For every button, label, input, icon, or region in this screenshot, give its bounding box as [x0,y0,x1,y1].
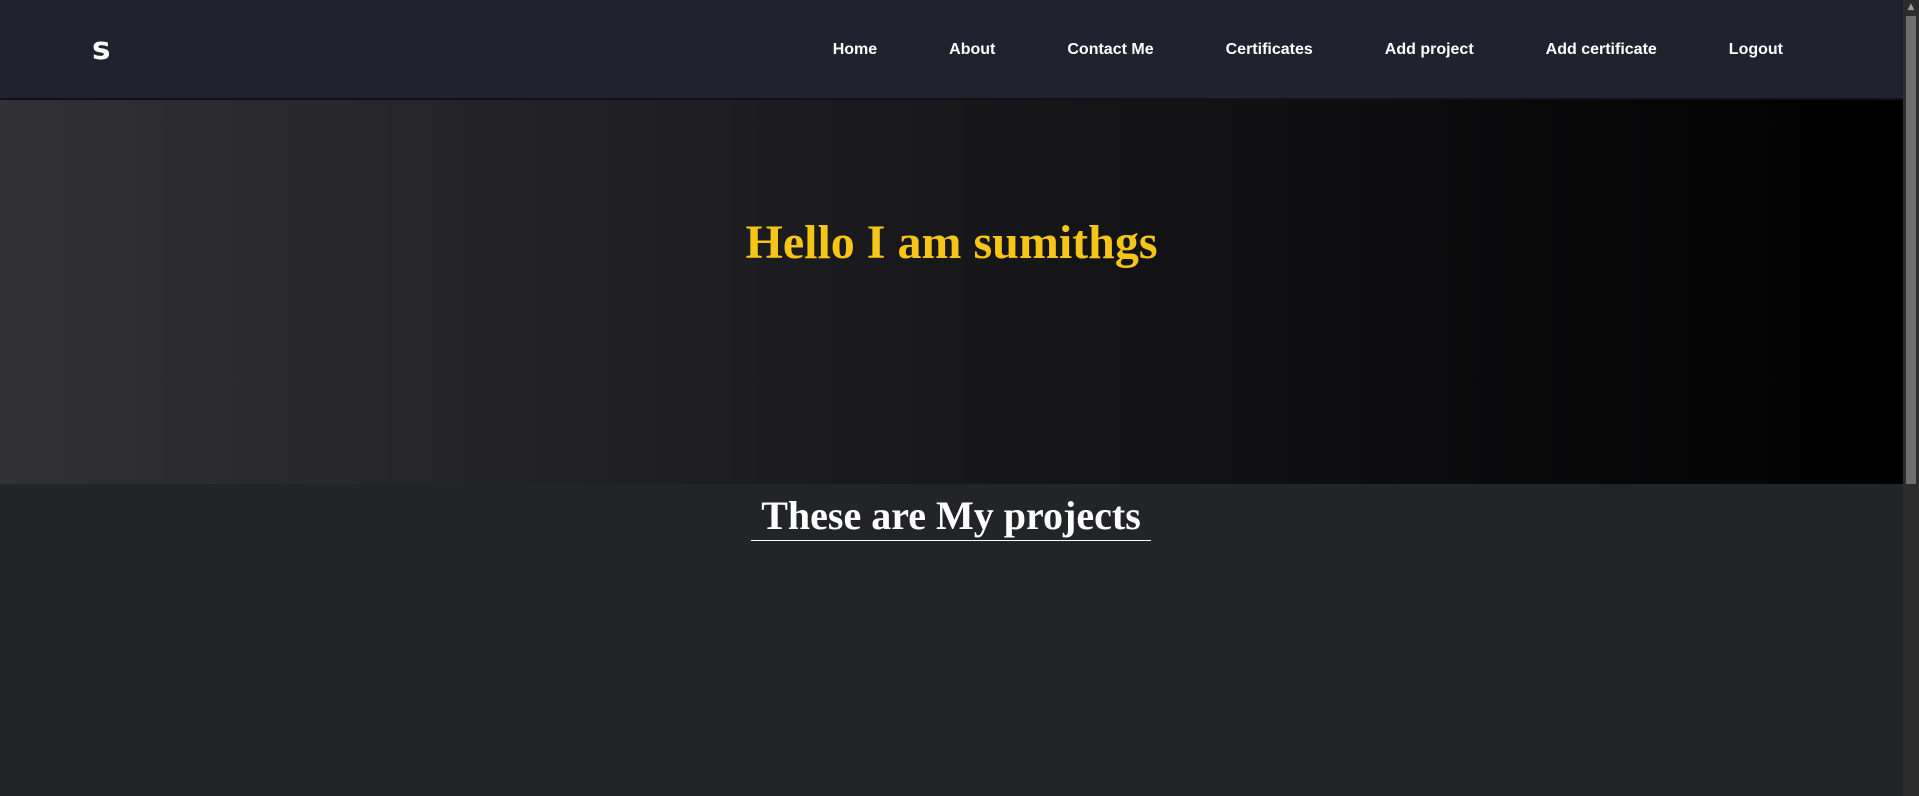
nav-item-about: About [949,41,995,59]
nav-links: Home About Contact Me Certificates Add p… [761,0,1783,100]
nav-item-contact: Contact Me [1067,41,1153,59]
navbar: s Home About Contact Me Certificates Add… [0,0,1903,100]
nav-link-home[interactable]: Home [833,41,877,58]
scroll-up-icon[interactable]: ▲ [1903,0,1919,14]
nav-item-add-certificate: Add certificate [1546,41,1657,59]
nav-link-add-project[interactable]: Add project [1385,41,1474,58]
scrollbar[interactable]: ▲ [1903,0,1919,796]
nav-item-certificates: Certificates [1226,41,1313,59]
nav-item-logout: Logout [1729,41,1783,59]
hero-title: Hello I am sumithgs [745,216,1158,269]
page: s Home About Contact Me Certificates Add… [0,0,1919,796]
nav-link-logout[interactable]: Logout [1729,41,1783,58]
nav-link-add-certificate[interactable]: Add certificate [1546,41,1657,58]
scrollbar-thumb[interactable] [1906,16,1916,484]
nav-link-about[interactable]: About [949,41,995,58]
nav-link-certificates[interactable]: Certificates [1226,41,1313,58]
hero-section: Hello I am sumithgs [0,100,1903,484]
nav-item-home: Home [833,41,877,59]
logo[interactable]: s [92,29,110,69]
projects-heading: These are My projects [751,494,1151,541]
projects-section: These are My projects [0,484,1903,796]
nav-link-contact[interactable]: Contact Me [1067,41,1153,58]
nav-item-add-project: Add project [1385,41,1474,59]
